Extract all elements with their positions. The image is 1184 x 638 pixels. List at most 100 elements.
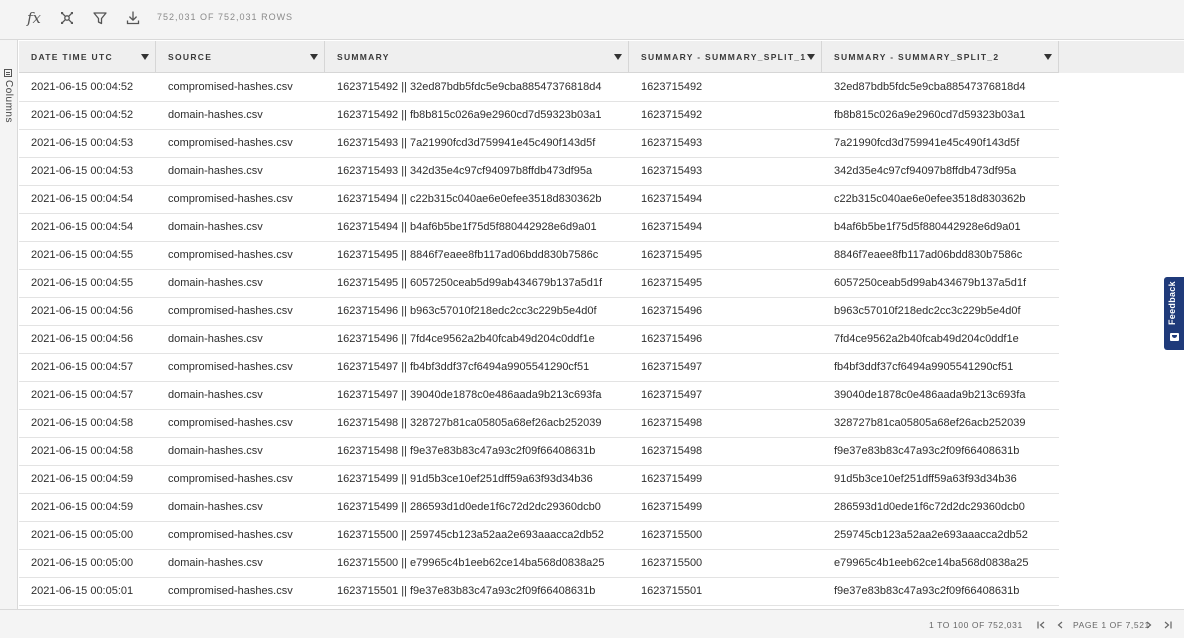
source-cell[interactable]: domain-hashes.csv	[156, 550, 325, 578]
summary-split-2-cell[interactable]: 39040de1878c0e486aada9b213c693fa	[822, 382, 1059, 410]
summary-split-2-cell[interactable]: 342d35e4c97cf94097b8ffdb473df95a	[822, 158, 1059, 186]
feedback-tab[interactable]: Feedback	[1164, 277, 1184, 350]
table-row[interactable]: 2021-06-15 00:04:53 compromised-hashes.cs…	[19, 130, 1059, 158]
date-time-utc-cell[interactable]: 2021-06-15 00:04:58	[19, 410, 156, 438]
source-cell[interactable]: domain-hashes.csv	[156, 158, 325, 186]
date-time-utc-cell[interactable]: 2021-06-15 00:05:00	[19, 550, 156, 578]
columns-tab[interactable]: Columns	[3, 80, 14, 123]
table-row[interactable]: 2021-06-15 00:04:55 domain-hashes.csv 1623…	[19, 270, 1059, 298]
source-cell[interactable]: compromised-hashes.csv	[156, 74, 325, 102]
summary-split-1-cell[interactable]: 1623715494	[629, 214, 822, 242]
source-cell[interactable]: domain-hashes.csv	[156, 270, 325, 298]
column-header-summary[interactable]: Summary	[325, 41, 629, 73]
summary-cell[interactable]: 1623715499 || 91d5b3ce10ef251dff59a63f93…	[325, 466, 629, 494]
summary-split-1-cell[interactable]: 1623715495	[629, 242, 822, 270]
summary-split-1-cell[interactable]: 1623715497	[629, 354, 822, 382]
table-row[interactable]: 2021-06-15 00:04:52 compromised-hashes.cs…	[19, 74, 1059, 102]
column-header-source[interactable]: Source	[156, 41, 325, 73]
summary-split-2-cell[interactable]: e79965c4b1eeb62ce14ba568d0838a25	[822, 550, 1059, 578]
date-time-utc-cell[interactable]: 2021-06-15 00:04:55	[19, 270, 156, 298]
summary-cell[interactable]: 1623715499 || 286593d1d0ede1f6c72d2dc293…	[325, 494, 629, 522]
formula-button[interactable]: fx	[20, 6, 48, 30]
source-cell[interactable]: compromised-hashes.csv	[156, 578, 325, 606]
source-cell[interactable]: compromised-hashes.csv	[156, 298, 325, 326]
summary-split-2-cell[interactable]: 91d5b3ce10ef251dff59a63f93d34b36	[822, 466, 1059, 494]
summary-cell[interactable]: 1623715494 || b4af6b5be1f75d5f880442928e…	[325, 214, 629, 242]
summary-split-2-cell[interactable]: b963c57010f218edc2cc3c229b5e4d0f	[822, 298, 1059, 326]
summary-split-1-cell[interactable]: 1623715495	[629, 270, 822, 298]
summary-split-2-cell[interactable]: 7fd4ce9562a2b40fcab49d204c0ddf1e	[822, 326, 1059, 354]
source-cell[interactable]: domain-hashes.csv	[156, 494, 325, 522]
column-menu-icon[interactable]	[310, 54, 318, 60]
summary-split-1-cell[interactable]: 1623715499	[629, 466, 822, 494]
source-cell[interactable]: compromised-hashes.csv	[156, 466, 325, 494]
table-row[interactable]: 2021-06-15 00:04:57 domain-hashes.csv 1623…	[19, 382, 1059, 410]
summary-split-1-cell[interactable]: 1623715497	[629, 382, 822, 410]
source-cell[interactable]: domain-hashes.csv	[156, 102, 325, 130]
table-row[interactable]: 2021-06-15 00:04:56 compromised-hashes.cs…	[19, 298, 1059, 326]
source-cell[interactable]: compromised-hashes.csv	[156, 522, 325, 550]
table-row[interactable]: 2021-06-15 00:04:58 domain-hashes.csv 1623…	[19, 438, 1059, 466]
summary-split-1-cell[interactable]: 1623715494	[629, 186, 822, 214]
summary-split-1-cell[interactable]: 1623715496	[629, 326, 822, 354]
download-button[interactable]	[119, 6, 147, 30]
first-page-icon[interactable]	[1035, 619, 1047, 631]
summary-split-2-cell[interactable]: 286593d1d0ede1f6c72d2dc29360dcb0	[822, 494, 1059, 522]
column-header-summary-split-2[interactable]: Summary - Summary_split_2	[822, 41, 1059, 73]
summary-split-1-cell[interactable]: 1623715492	[629, 74, 822, 102]
summary-cell[interactable]: 1623715500 || 259745cb123a52aa2e693aaacc…	[325, 522, 629, 550]
date-time-utc-cell[interactable]: 2021-06-15 00:04:54	[19, 186, 156, 214]
column-menu-icon[interactable]	[141, 54, 149, 60]
summary-split-2-cell[interactable]: b4af6b5be1f75d5f880442928e6d9a01	[822, 214, 1059, 242]
table-row[interactable]: 2021-06-15 00:04:52 domain-hashes.csv 1623…	[19, 102, 1059, 130]
date-time-utc-cell[interactable]: 2021-06-15 00:05:01	[19, 578, 156, 606]
summary-split-1-cell[interactable]: 1623715501	[629, 578, 822, 606]
summary-cell[interactable]: 1623715495 || 8846f7eaee8fb117ad06bdd830…	[325, 242, 629, 270]
column-header-date-time-utc[interactable]: Date Time UTC	[19, 41, 156, 73]
date-time-utc-cell[interactable]: 2021-06-15 00:04:59	[19, 494, 156, 522]
table-row[interactable]: 2021-06-15 00:04:58 compromised-hashes.cs…	[19, 410, 1059, 438]
summary-split-2-cell[interactable]: 8846f7eaee8fb117ad06bdd830b7586c	[822, 242, 1059, 270]
date-time-utc-cell[interactable]: 2021-06-15 00:04:52	[19, 102, 156, 130]
filter-button[interactable]	[86, 6, 114, 30]
summary-cell[interactable]: 1623715492 || 32ed87bdb5fdc5e9cba8854737…	[325, 74, 629, 102]
summary-split-1-cell[interactable]: 1623715492	[629, 102, 822, 130]
table-row[interactable]: 2021-06-15 00:04:53 domain-hashes.csv 1623…	[19, 158, 1059, 186]
summary-cell[interactable]: 1623715492 || fb8b815c026a9e2960cd7d5932…	[325, 102, 629, 130]
source-cell[interactable]: compromised-hashes.csv	[156, 130, 325, 158]
table-row[interactable]: 2021-06-15 00:04:57 compromised-hashes.cs…	[19, 354, 1059, 382]
summary-cell[interactable]: 1623715494 || c22b315c040ae6e0efee3518d8…	[325, 186, 629, 214]
summary-cell[interactable]: 1623715496 || b963c57010f218edc2cc3c229b…	[325, 298, 629, 326]
source-cell[interactable]: domain-hashes.csv	[156, 438, 325, 466]
summary-cell[interactable]: 1623715493 || 342d35e4c97cf94097b8ffdb47…	[325, 158, 629, 186]
summary-split-2-cell[interactable]: f9e37e83b83c47a93c2f09f66408631b	[822, 578, 1059, 606]
summary-split-2-cell[interactable]: fb4bf3ddf37cf6494a9905541290cf51	[822, 354, 1059, 382]
summary-cell[interactable]: 1623715496 || 7fd4ce9562a2b40fcab49d204c…	[325, 326, 629, 354]
summary-split-1-cell[interactable]: 1623715493	[629, 158, 822, 186]
date-time-utc-cell[interactable]: 2021-06-15 00:04:57	[19, 354, 156, 382]
last-page-icon[interactable]	[1162, 619, 1174, 631]
table-row[interactable]: 2021-06-15 00:04:56 domain-hashes.csv 1623…	[19, 326, 1059, 354]
column-menu-icon[interactable]	[1044, 54, 1052, 60]
summary-split-1-cell[interactable]: 1623715499	[629, 494, 822, 522]
column-menu-icon[interactable]	[807, 54, 815, 60]
summary-split-1-cell[interactable]: 1623715500	[629, 550, 822, 578]
summary-cell[interactable]: 1623715493 || 7a21990fcd3d759941e45c490f…	[325, 130, 629, 158]
previous-page-icon[interactable]	[1054, 619, 1066, 631]
summary-split-2-cell[interactable]: 328727b81ca05805a68ef26acb252039	[822, 410, 1059, 438]
transform-button[interactable]	[53, 6, 81, 30]
summary-split-2-cell[interactable]: 32ed87bdb5fdc5e9cba88547376818d4	[822, 74, 1059, 102]
summary-split-2-cell[interactable]: c22b315c040ae6e0efee3518d830362b	[822, 186, 1059, 214]
table-row[interactable]: 2021-06-15 00:04:59 domain-hashes.csv 1623…	[19, 494, 1059, 522]
table-row[interactable]: 2021-06-15 00:04:54 compromised-hashes.cs…	[19, 186, 1059, 214]
date-time-utc-cell[interactable]: 2021-06-15 00:04:55	[19, 242, 156, 270]
summary-cell[interactable]: 1623715498 || f9e37e83b83c47a93c2f09f664…	[325, 438, 629, 466]
date-time-utc-cell[interactable]: 2021-06-15 00:04:59	[19, 466, 156, 494]
summary-cell[interactable]: 1623715495 || 6057250ceab5d99ab434679b13…	[325, 270, 629, 298]
date-time-utc-cell[interactable]: 2021-06-15 00:04:53	[19, 158, 156, 186]
date-time-utc-cell[interactable]: 2021-06-15 00:04:52	[19, 74, 156, 102]
table-row[interactable]: 2021-06-15 00:05:00 compromised-hashes.cs…	[19, 522, 1059, 550]
table-row[interactable]: 2021-06-15 00:04:55 compromised-hashes.cs…	[19, 242, 1059, 270]
source-cell[interactable]: domain-hashes.csv	[156, 326, 325, 354]
summary-split-2-cell[interactable]: 7a21990fcd3d759941e45c490f143d5f	[822, 130, 1059, 158]
